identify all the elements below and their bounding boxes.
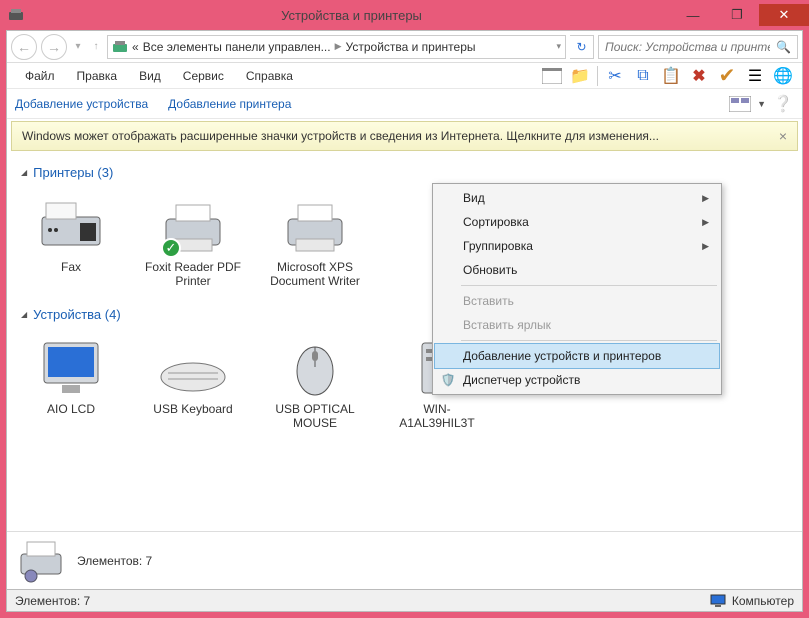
shield-icon: 🛡️ [439,371,457,389]
add-printer-link[interactable]: Добавление принтера [168,97,291,111]
printer-icon [275,190,355,260]
device-label: Foxit Reader PDF Printer [143,260,243,289]
info-bar[interactable]: Windows может отображать расширенные зна… [11,121,798,151]
monitor-icon [31,332,111,402]
window: Устройства и принтеры — ❐ ✕ ← → ▾ ↑ « Вс… [0,0,809,618]
forward-button[interactable]: → [41,34,67,60]
device-label: WIN-A1AL39HIL3T [387,402,487,431]
cm-view[interactable]: Вид▶ [435,186,719,210]
chevron-right-icon: ▶ [702,241,709,252]
cm-sort[interactable]: Сортировка▶ [435,210,719,234]
breadcrumb-dropdown[interactable]: ▾ [556,41,561,52]
device-item[interactable]: ✓ Foxit Reader PDF Printer [143,190,243,289]
up-button[interactable]: ↑ [89,34,103,60]
history-dropdown[interactable]: ▾ [71,34,85,60]
device-label: AIO LCD [47,402,95,416]
breadcrumb-prefix: « [132,40,139,54]
device-label: Microsoft XPS Document Writer [265,260,365,289]
status-left: Элементов: 7 [15,594,90,608]
menu-edit[interactable]: Правка [67,65,128,87]
cut-icon[interactable]: ✂ [604,65,626,87]
device-label: Fax [61,260,81,274]
search-box[interactable]: 🔍 [598,35,798,59]
folder-icon[interactable]: 📁 [569,65,591,87]
mouse-icon [275,332,355,402]
location-icon [112,39,128,55]
globe-icon[interactable]: 🌐 [772,65,794,87]
chevron-right-icon: ▶ [702,193,709,204]
cm-paste-shortcut: Вставить ярлык [435,313,719,337]
menubar: Файл Правка Вид Сервис Справка 📁 ✂ ⧉ 📋 ✖… [7,63,802,89]
search-input[interactable] [605,40,770,54]
device-item[interactable]: USB Keyboard [143,332,243,431]
cm-device-manager[interactable]: 🛡️ Диспетчер устройств [435,368,719,392]
window-title: Устройства и принтеры [32,8,671,23]
view-mode-icon[interactable] [729,93,751,115]
separator [461,340,717,341]
chevron-right-icon: ▶ [702,217,709,228]
menu-help[interactable]: Справка [236,65,303,87]
back-button[interactable]: ← [11,34,37,60]
window-layout-icon[interactable] [541,65,563,87]
chevron-right-icon[interactable]: ▶ [335,41,342,52]
search-icon[interactable]: 🔍 [776,40,791,54]
add-device-link[interactable]: Добавление устройства [15,97,148,111]
app-icon [8,7,24,23]
window-content: ← → ▾ ↑ « Все элементы панели управлен..… [6,30,803,612]
status-right: Компьютер [732,594,794,608]
delete-icon[interactable]: ✖ [688,65,710,87]
device-item[interactable]: USB OPTICAL MOUSE [265,332,365,431]
device-item[interactable]: Microsoft XPS Document Writer [265,190,365,289]
breadcrumb-part[interactable]: Все элементы панели управлен... [143,40,331,54]
cm-add-devices-printers[interactable]: Добавление устройств и принтеров [434,343,720,369]
refresh-button[interactable]: ↻ [570,35,594,59]
help-icon[interactable]: ❔ [772,93,794,115]
command-bar: Добавление устройства Добавление принтер… [7,89,802,119]
device-label: USB Keyboard [153,402,232,416]
cm-paste: Вставить [435,289,719,313]
keyboard-icon [153,332,233,402]
context-menu: Вид▶ Сортировка▶ Группировка▶ Обновить В… [432,183,722,395]
copy-icon[interactable]: ⧉ [632,65,654,87]
info-close-icon[interactable]: × [779,128,787,144]
menu-service[interactable]: Сервис [173,65,234,87]
info-text: Windows может отображать расширенные зна… [22,129,659,143]
group-header-printers[interactable]: Принтеры (3) [21,165,788,180]
breadcrumb[interactable]: « Все элементы панели управлен... ▶ Устр… [107,35,566,59]
properties-icon[interactable]: ☰ [744,65,766,87]
close-button[interactable]: ✕ [759,4,809,26]
details-pane: Элементов: 7 [7,531,802,589]
view-dropdown[interactable]: ▼ [757,99,766,109]
cm-refresh[interactable]: Обновить [435,258,719,282]
device-item[interactable]: AIO LCD [21,332,121,431]
printer-icon [17,538,65,584]
check-icon[interactable]: ✔ [716,65,738,87]
separator [461,285,717,286]
statusbar: Элементов: 7 Компьютер [7,589,802,611]
default-check-icon: ✓ [161,238,181,258]
maximize-button[interactable]: ❐ [715,4,759,26]
device-item[interactable]: Fax [21,190,121,289]
minimize-button[interactable]: — [671,4,715,26]
window-buttons: — ❐ ✕ [671,4,809,26]
titlebar: Устройства и принтеры — ❐ ✕ [0,0,809,30]
separator [597,66,598,86]
menu-view[interactable]: Вид [129,65,171,87]
details-count: Элементов: 7 [77,554,152,568]
toolbar: 📁 ✂ ⧉ 📋 ✖ ✔ ☰ 🌐 [541,65,794,87]
device-label: USB OPTICAL MOUSE [265,402,365,431]
content-pane: Принтеры (3) Fax ✓ Foxit Reader PDF Prin… [7,153,802,531]
menu-file[interactable]: Файл [15,65,65,87]
breadcrumb-part[interactable]: Устройства и принтеры [346,40,476,54]
computer-icon [710,594,726,608]
navbar: ← → ▾ ↑ « Все элементы панели управлен..… [7,31,802,63]
cm-group[interactable]: Группировка▶ [435,234,719,258]
printer-icon: ✓ [153,190,233,260]
paste-icon[interactable]: 📋 [660,65,682,87]
fax-icon [31,190,111,260]
